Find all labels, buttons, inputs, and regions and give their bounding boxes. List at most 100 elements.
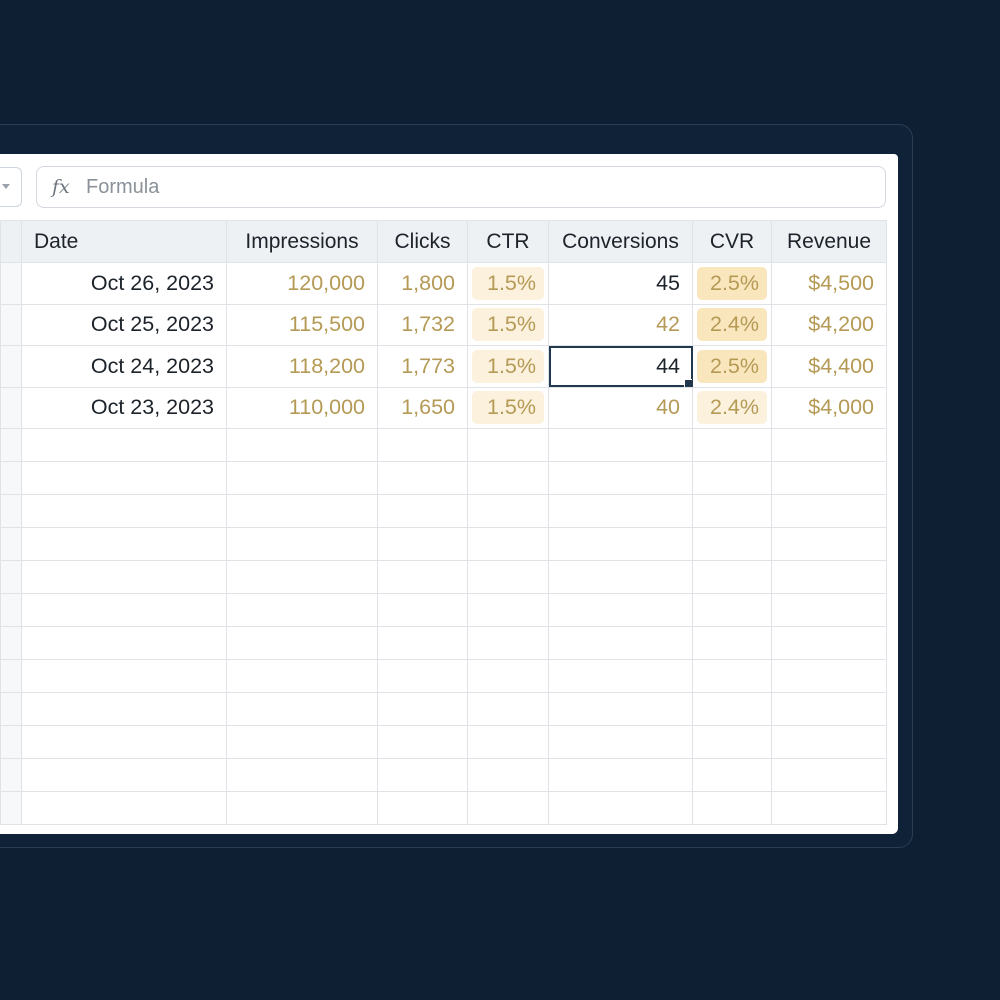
empty-cell[interactable] (692, 725, 772, 759)
row-header[interactable] (0, 659, 22, 693)
empty-cell[interactable] (548, 725, 693, 759)
empty-cell[interactable] (377, 593, 468, 627)
formula-bar[interactable]: fx (36, 166, 886, 208)
empty-cell[interactable] (226, 725, 378, 759)
empty-cell[interactable] (377, 626, 468, 660)
empty-cell[interactable] (548, 626, 693, 660)
cell-clicks[interactable]: 1,800 (377, 262, 468, 305)
empty-cell[interactable] (692, 791, 772, 825)
cell-conversions[interactable]: 42 (548, 303, 693, 346)
empty-cell[interactable] (692, 593, 772, 627)
empty-cell[interactable] (226, 461, 378, 495)
empty-cell[interactable] (21, 593, 227, 627)
empty-cell[interactable] (226, 791, 378, 825)
empty-cell[interactable] (692, 758, 772, 792)
empty-cell[interactable] (21, 494, 227, 528)
empty-cell[interactable] (21, 692, 227, 726)
selected-cell-conversions[interactable]: 44 (548, 345, 693, 388)
empty-cell[interactable] (226, 692, 378, 726)
fill-handle[interactable] (684, 378, 692, 387)
empty-cell[interactable] (467, 560, 549, 594)
empty-cell[interactable] (226, 593, 378, 627)
empty-cell[interactable] (548, 692, 693, 726)
cell-clicks[interactable]: 1,773 (377, 345, 468, 388)
empty-cell[interactable] (548, 494, 693, 528)
empty-cell[interactable] (692, 659, 772, 693)
row-header[interactable] (0, 758, 22, 792)
empty-cell[interactable] (692, 527, 772, 561)
cell-conversions[interactable]: 45 (548, 262, 693, 305)
empty-cell[interactable] (692, 560, 772, 594)
empty-cell[interactable] (226, 428, 378, 462)
empty-cell[interactable] (692, 428, 772, 462)
row-header[interactable] (0, 345, 22, 388)
empty-cell[interactable] (21, 560, 227, 594)
row-header[interactable] (0, 593, 22, 627)
cell-date[interactable]: Oct 25, 2023 (21, 303, 227, 346)
empty-cell[interactable] (771, 461, 887, 495)
formula-input[interactable] (84, 174, 848, 200)
empty-cell[interactable] (771, 791, 887, 825)
empty-cell[interactable] (377, 494, 468, 528)
column-header-impressions[interactable]: Impressions (226, 220, 378, 263)
cell-ctr[interactable]: 1.5% (467, 386, 549, 429)
name-box-dropdown[interactable] (0, 167, 22, 207)
empty-cell[interactable] (21, 461, 227, 495)
empty-cell[interactable] (467, 725, 549, 759)
empty-cell[interactable] (377, 560, 468, 594)
cell-date[interactable]: Oct 26, 2023 (21, 262, 227, 305)
cell-clicks[interactable]: 1,650 (377, 386, 468, 429)
empty-cell[interactable] (771, 527, 887, 561)
column-header-date[interactable]: Date (21, 220, 227, 263)
row-header[interactable] (0, 494, 22, 528)
empty-cell[interactable] (226, 527, 378, 561)
cell-revenue[interactable]: $4,000 (771, 386, 887, 429)
row-header[interactable] (0, 692, 22, 726)
column-header-cvr[interactable]: CVR (692, 220, 772, 263)
cell-cvr[interactable]: 2.4% (692, 303, 772, 346)
row-header[interactable] (0, 791, 22, 825)
empty-cell[interactable] (377, 791, 468, 825)
empty-cell[interactable] (548, 560, 693, 594)
empty-cell[interactable] (377, 725, 468, 759)
row-header[interactable] (0, 262, 22, 305)
empty-cell[interactable] (771, 626, 887, 660)
empty-cell[interactable] (771, 428, 887, 462)
cell-clicks[interactable]: 1,732 (377, 303, 468, 346)
empty-cell[interactable] (692, 626, 772, 660)
empty-cell[interactable] (692, 692, 772, 726)
empty-cell[interactable] (548, 791, 693, 825)
column-header-revenue[interactable]: Revenue (771, 220, 887, 263)
cell-impressions[interactable]: 118,200 (226, 345, 378, 388)
column-header-clicks[interactable]: Clicks (377, 220, 468, 263)
row-header[interactable] (0, 386, 22, 429)
cell-revenue[interactable]: $4,400 (771, 345, 887, 388)
empty-cell[interactable] (21, 725, 227, 759)
empty-cell[interactable] (771, 494, 887, 528)
cell-ctr[interactable]: 1.5% (467, 262, 549, 305)
empty-cell[interactable] (692, 494, 772, 528)
empty-cell[interactable] (548, 428, 693, 462)
empty-cell[interactable] (377, 461, 468, 495)
cell-ctr[interactable]: 1.5% (467, 303, 549, 346)
empty-cell[interactable] (377, 428, 468, 462)
empty-cell[interactable] (226, 758, 378, 792)
empty-cell[interactable] (21, 626, 227, 660)
row-header[interactable] (0, 626, 22, 660)
empty-cell[interactable] (377, 692, 468, 726)
cell-date[interactable]: Oct 24, 2023 (21, 345, 227, 388)
empty-cell[interactable] (548, 659, 693, 693)
empty-cell[interactable] (467, 659, 549, 693)
empty-cell[interactable] (548, 593, 693, 627)
empty-cell[interactable] (467, 494, 549, 528)
empty-cell[interactable] (21, 758, 227, 792)
empty-cell[interactable] (467, 692, 549, 726)
empty-cell[interactable] (692, 461, 772, 495)
row-header[interactable] (0, 527, 22, 561)
empty-cell[interactable] (467, 428, 549, 462)
empty-cell[interactable] (467, 461, 549, 495)
row-header[interactable] (0, 725, 22, 759)
empty-cell[interactable] (21, 428, 227, 462)
column-header-conversions[interactable]: Conversions (548, 220, 693, 263)
empty-cell[interactable] (226, 494, 378, 528)
